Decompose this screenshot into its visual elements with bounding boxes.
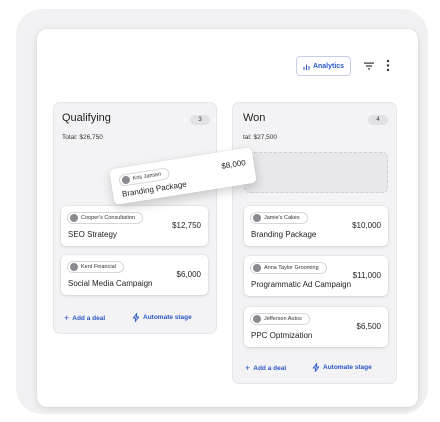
analytics-button[interactable]: Analytics <box>296 56 351 76</box>
plus-icon: + <box>245 363 251 373</box>
avatar <box>253 214 261 222</box>
company-name: Jamie's Cakes <box>264 215 300 221</box>
plus-icon: + <box>64 313 70 323</box>
column-total-won: tal: $27,500 <box>243 134 277 141</box>
column-title-qualifying: Qualifying <box>62 112 111 124</box>
deal-card[interactable]: Cooper's Consultation SEO Strategy $12,7… <box>61 206 208 246</box>
deal-name: Social Media Campaign <box>68 279 153 288</box>
add-deal-link-won[interactable]: + Add a deal <box>245 363 286 373</box>
column-title-won: Won <box>243 112 266 124</box>
company-name: Kris Jansen <box>132 171 162 182</box>
company-name: Kent Financial <box>81 264 116 270</box>
avatar <box>253 315 261 323</box>
avatar <box>253 264 261 272</box>
deal-name: PPC Optmization <box>251 331 313 340</box>
add-deal-label: Add a deal <box>253 364 287 372</box>
add-deal-link-qualifying[interactable]: + Add a deal <box>64 313 105 323</box>
lightning-icon <box>312 363 320 372</box>
filter-icon[interactable] <box>363 60 375 72</box>
company-chip[interactable]: Jamie's Cakes <box>250 212 308 224</box>
company-name: Jefferson Autos <box>264 316 302 322</box>
deal-name: Branding Package <box>251 230 317 239</box>
avatar <box>70 214 78 222</box>
deal-card[interactable]: Kent Financial Social Media Campaign $6,… <box>61 255 208 295</box>
lightning-icon <box>132 313 140 322</box>
deal-amount: $6,500 <box>356 322 381 331</box>
deal-name: Programmatic Ad Campaign <box>251 280 352 289</box>
analytics-label: Analytics <box>312 62 345 70</box>
company-chip[interactable]: Cooper's Consultation <box>67 212 143 224</box>
deal-amount: $6,000 <box>176 270 201 279</box>
company-chip[interactable]: Jefferson Autos <box>250 313 310 325</box>
deal-card[interactable]: Anna Taylor Grooming Programmatic Ad Cam… <box>244 256 388 296</box>
company-name: Anna Taylor Grooming <box>264 265 319 271</box>
count-badge-won: 4 <box>368 115 388 125</box>
deal-card[interactable]: Jamie's Cakes Branding Package $10,000 <box>244 206 388 246</box>
deal-amount: $11,000 <box>352 271 381 280</box>
avatar <box>70 263 78 271</box>
count-badge-qualifying: 3 <box>190 115 210 125</box>
deal-card[interactable]: Jefferson Autos PPC Optmization $6,500 <box>244 307 388 347</box>
drop-placeholder <box>244 152 388 193</box>
deal-name: SEO Strategy <box>68 230 117 239</box>
company-chip[interactable]: Kent Financial <box>67 261 124 273</box>
deal-amount: $12,750 <box>172 221 201 230</box>
more-vertical-icon[interactable] <box>385 59 391 72</box>
deal-amount: $8,000 <box>220 158 247 171</box>
company-chip[interactable]: Anna Taylor Grooming <box>250 262 327 274</box>
automate-stage-label: Automate stage <box>323 364 372 371</box>
avatar <box>121 175 131 185</box>
deal-amount: $10,000 <box>352 221 381 230</box>
bar-chart-icon <box>303 64 310 70</box>
automate-stage-label: Automate stage <box>143 314 192 321</box>
automate-stage-link-won[interactable]: Automate stage <box>312 363 372 372</box>
add-deal-label: Add a deal <box>72 314 106 322</box>
company-name: Cooper's Consultation <box>81 215 135 221</box>
column-total-qualifying: Total: $26,750 <box>62 134 103 141</box>
automate-stage-link-qualifying[interactable]: Automate stage <box>132 313 192 322</box>
